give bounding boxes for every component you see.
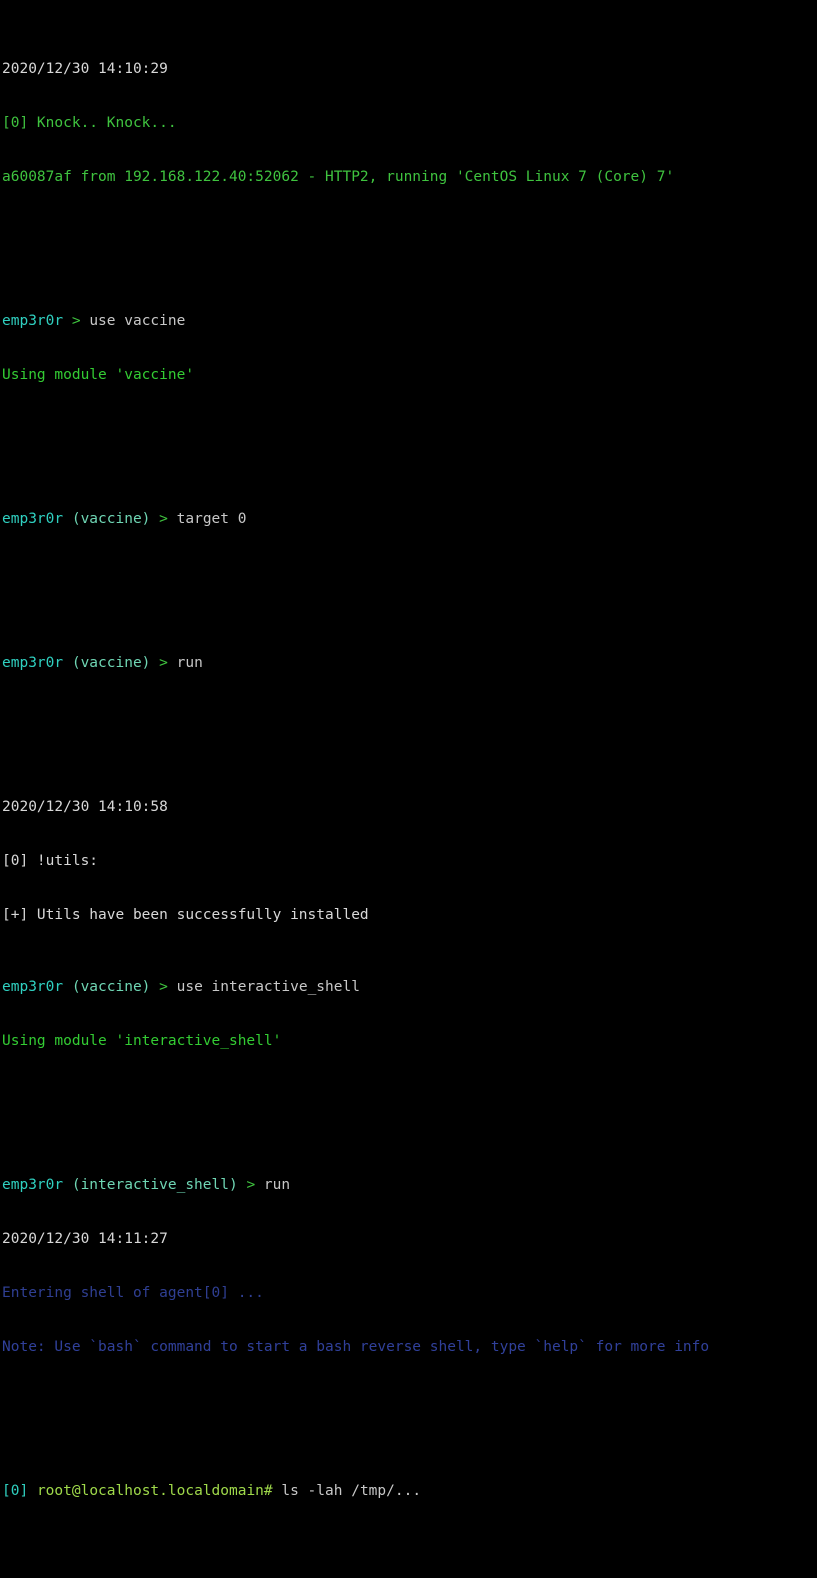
shell-note-text: Note: Use `bash` command to start a bash… (2, 1339, 710, 1355)
prompt-arrow: > (71, 313, 81, 329)
prompt-line-run-interactive-shell[interactable]: emp3r0r (interactive_shell) > run (2, 1176, 817, 1194)
log-shell-note: Note: Use `bash` command to start a bash… (2, 1338, 817, 1356)
command-text: target 0 (176, 511, 247, 527)
prompt-module: (interactive_shell) (71, 1177, 238, 1193)
prompt-name: emp3r0r (2, 979, 64, 995)
log-utils-header: [0] !utils: (2, 852, 817, 870)
log-using-interactive-shell: Using module 'interactive_shell' (2, 1032, 817, 1050)
timestamp-text: 2020/12/30 14:11:27 (2, 1231, 168, 1247)
entering-shell-text: Entering shell of agent[0] ... (2, 1285, 264, 1301)
log-timestamp: 2020/12/30 14:10:58 (2, 798, 817, 816)
timestamp-text: 2020/12/30 14:10:58 (2, 799, 168, 815)
command-text: use vaccine (89, 313, 186, 329)
prompt-module: (vaccine) (71, 979, 151, 995)
utils-installed-text: [+] Utils have been successfully install… (2, 907, 369, 923)
log-entering-shell: Entering shell of agent[0] ... (2, 1284, 817, 1302)
log-utils-installed: [+] Utils have been successfully install… (2, 906, 817, 924)
prompt-line-target-0[interactable]: emp3r0r (vaccine) > target 0 (2, 510, 817, 528)
log-timestamp: 2020/12/30 14:10:29 (2, 60, 817, 78)
using-module-text: Using module 'interactive_shell' (2, 1033, 282, 1049)
command-text: use interactive_shell (176, 979, 360, 995)
prompt-line-run-vaccine[interactable]: emp3r0r (vaccine) > run (2, 654, 817, 672)
log-knock: [0] Knock.. Knock... (2, 114, 817, 132)
using-module-text: Using module 'vaccine' (2, 367, 195, 383)
terminal-screen[interactable]: 2020/12/30 14:10:29 [0] Knock.. Knock...… (0, 0, 817, 1499)
prompt-line-use-interactive-shell[interactable]: emp3r0r (vaccine) > use interactive_shel… (2, 978, 817, 996)
prompt-name: emp3r0r (2, 511, 64, 527)
prompt-module: (vaccine) (71, 655, 151, 671)
prompt-name: emp3r0r (2, 313, 64, 329)
prompt-arrow: > (159, 511, 168, 527)
shell-prompt-line-ls[interactable]: [0] root@localhost.localdomain# ls -lah … (2, 1482, 817, 1500)
prompt-line-use-vaccine[interactable]: emp3r0r > use vaccine (2, 312, 817, 330)
log-agent-checkin: a60087af from 192.168.122.40:52062 - HTT… (2, 168, 817, 186)
prompt-arrow: > (159, 655, 168, 671)
knock-text: [0] Knock.. Knock... (2, 115, 177, 131)
command-text: run (176, 655, 203, 671)
shell-prompt-text: root@localhost.localdomain# (36, 1483, 273, 1499)
checkin-text: a60087af from 192.168.122.40:52062 - HTT… (2, 169, 675, 185)
log-using-vaccine: Using module 'vaccine' (2, 366, 817, 384)
utils-header-text: [0] !utils: (2, 853, 99, 869)
prompt-name: emp3r0r (2, 655, 64, 671)
prompt-name: emp3r0r (2, 1177, 64, 1193)
shell-agent-tag: [0] (2, 1483, 29, 1499)
shell-command-text: ls -lah /tmp/... (272, 1483, 422, 1499)
log-timestamp: 2020/12/30 14:11:27 (2, 1230, 817, 1248)
prompt-arrow: > (246, 1177, 256, 1193)
command-text: run (263, 1177, 291, 1193)
timestamp-text: 2020/12/30 14:10:29 (2, 61, 168, 77)
prompt-arrow: > (159, 979, 168, 995)
prompt-module: (vaccine) (71, 511, 151, 527)
